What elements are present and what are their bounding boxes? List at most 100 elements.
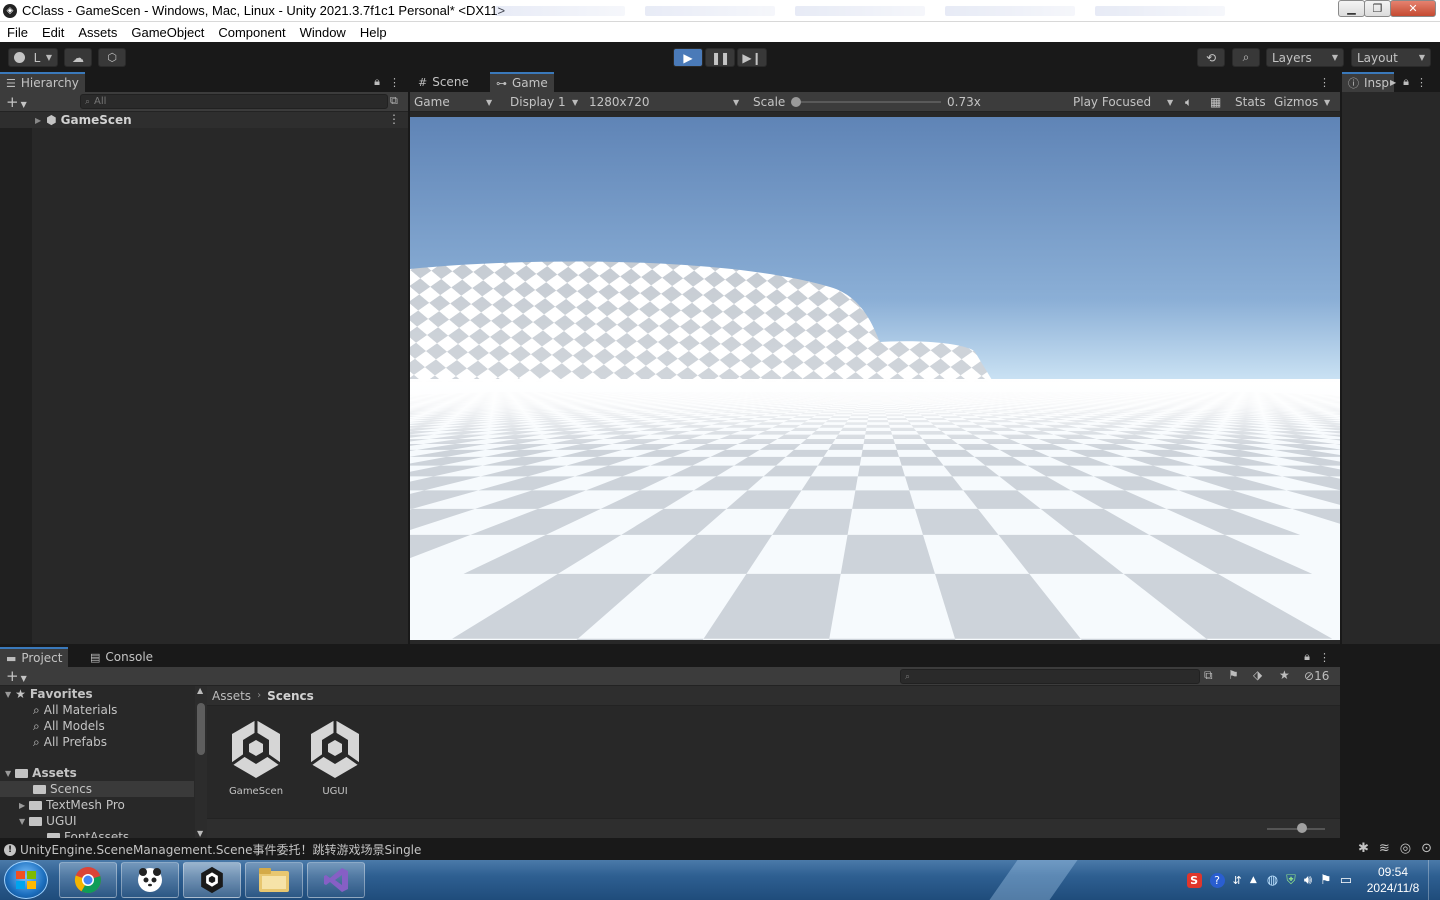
gizmos-dropdown[interactable]: Gizmos ▼ [1274,92,1334,112]
tab-inspector[interactable]: ⓘ Insp [1342,72,1394,92]
taskbar-unity[interactable] [183,862,241,898]
taskbar-panda-app[interactable] [121,862,179,898]
taskbar-visual-studio[interactable] [307,862,365,898]
hidden-packages-button[interactable]: ⊘16 [1304,669,1329,683]
cache-server-icon[interactable]: ≋ [1379,841,1390,856]
hierarchy-search-input[interactable]: ⌕ All [80,94,388,109]
minimize-button[interactable]: ▁ [1338,0,1365,17]
pause-button[interactable]: ❚❚ [705,48,735,67]
tree-folder-textmesh-pro[interactable]: ▶ TextMesh Pro [0,797,194,813]
close-button[interactable]: ✕ [1390,0,1436,17]
undo-history-button[interactable]: ⟲ [1197,48,1225,67]
sogou-input-icon[interactable]: S [1186,872,1202,888]
menu-assets[interactable]: Assets [71,25,124,40]
menu-edit[interactable]: Edit [35,25,71,40]
tree-assets[interactable]: ▼ Assets [0,765,194,781]
progress-check-icon[interactable]: ⊙ [1421,841,1432,856]
play-mode-dropdown[interactable]: Play Focused ▼ [1073,92,1177,112]
menu-window[interactable]: Window [293,25,353,40]
volume-icon[interactable]: 🔊︎ [1304,873,1312,888]
lock-icon[interactable]: 🔒︎ [374,75,380,89]
icon-size-slider-track[interactable] [1267,828,1325,830]
scene-visibility-icon[interactable]: ⧉ [390,94,398,108]
search-by-type-icon[interactable]: ⧉ [1204,668,1213,683]
menu-file[interactable]: File [0,25,35,40]
taskbar-chrome[interactable] [59,862,117,898]
show-desktop-button[interactable] [1428,860,1440,900]
stats-button[interactable]: Stats [1235,92,1266,112]
project-search-input[interactable]: ⌕ [900,669,1200,684]
add-object-button[interactable]: + ▼ [6,93,27,111]
game-mode-dropdown[interactable]: Game ▼ [414,92,498,112]
lock-icon[interactable]: 🔒︎ [1304,650,1310,664]
display-dropdown[interactable]: Display 1 ▼ [510,92,582,112]
tray-arrows-icon[interactable]: ⇵ [1233,874,1242,887]
more-menu-icon[interactable]: ⋮ [1416,76,1427,89]
tree-favorites[interactable]: ▼ ★ Favorites [0,686,194,702]
chevron-right-icon[interactable]: ▶ [1390,78,1396,87]
tab-project[interactable]: ▬ Project [0,647,69,667]
start-button[interactable] [4,861,48,899]
taskbar-file-explorer[interactable] [245,862,303,898]
layout-dropdown[interactable]: Layout ▼ [1351,48,1431,67]
help-icon[interactable]: ? [1209,872,1225,888]
inspector-tab-bar: ⓘ Insp ▶ 🔒︎ ⋮ [1342,72,1440,92]
auto-generate-lighting-icon[interactable]: ◎ [1400,841,1411,856]
filter-by-label-icon[interactable]: ⚑ [1228,668,1239,682]
game-viewport[interactable] [410,117,1340,640]
tree-folder-scencs[interactable]: Scencs [0,781,194,797]
tree-favorite-all-models[interactable]: ⌕ All Models [0,718,194,734]
tab-hierarchy[interactable]: ☰ Hierarchy [0,72,85,92]
tree-favorite-all-materials[interactable]: ⌕ All Materials [0,702,194,718]
tree-folder-fontassets[interactable]: FontAssets [0,829,194,838]
aspect-grid-button[interactable]: ▦ [1210,92,1221,112]
tree-favorite-all-prefabs[interactable]: ⌕ All Prefabs [0,734,194,750]
network-globe-icon[interactable]: ◍ [1267,873,1278,888]
scrollbar-thumb[interactable] [197,703,205,755]
play-button[interactable]: ▶ [673,48,703,67]
create-asset-button[interactable]: + ▼ [6,667,27,685]
layers-dropdown[interactable]: Layers ▼ [1266,48,1344,67]
restore-button[interactable]: ❐ [1364,0,1391,17]
scroll-up-icon[interactable]: ▲ [197,686,203,695]
tab-game[interactable]: ⊶ Game [490,72,554,92]
menu-component[interactable]: Component [211,25,292,40]
tab-console[interactable]: ▤ Console [84,647,159,667]
collab-button[interactable]: ⬡ [98,48,126,67]
tree-folder-ugui[interactable]: ▼ UGUI [0,813,194,829]
mute-audio-button[interactable]: 🔈︎ [1185,92,1192,112]
favorite-star-icon[interactable]: ★ [1279,668,1290,682]
resolution-dropdown[interactable]: 1280x720 ▼ [589,92,743,112]
security-shield-icon[interactable]: ⛨ [1286,873,1296,888]
tag-icon[interactable]: ⬗ [1253,668,1262,682]
menu-gameobject[interactable]: GameObject [124,25,211,40]
account-dropdown[interactable]: L ▼ [8,48,58,67]
cloud-button[interactable]: ☁ [64,48,92,67]
show-hidden-icons[interactable]: ▲ [1250,875,1257,885]
bug-icon[interactable]: ✱ [1358,841,1369,856]
tree-scrollbar[interactable]: ▲ ▼ [195,686,207,838]
icon-size-slider-knob[interactable] [1297,823,1307,833]
search-button[interactable]: ⌕ [1232,48,1260,67]
scroll-down-icon[interactable]: ▼ [197,829,203,838]
network-monitor-icon[interactable]: ▭ [1340,873,1352,888]
asset-ugui[interactable]: UGUI [300,718,370,797]
scale-slider-knob[interactable] [791,97,801,107]
scale-slider-track[interactable] [796,101,941,103]
asset-gamescen[interactable]: GameScen [221,718,291,797]
expand-arrow-icon[interactable]: ▶ [35,116,41,125]
system-clock[interactable]: 09:54 2024/11/8 [1358,864,1428,896]
status-message[interactable]: UnityEngine.SceneManagement.Scene事件委托！跳转… [20,841,421,858]
lock-icon[interactable]: 🔒︎ [1403,75,1409,89]
step-button[interactable]: ▶❙ [737,48,767,67]
more-menu-icon[interactable]: ⋮ [388,112,400,126]
more-menu-icon[interactable]: ⋮ [389,76,400,89]
breadcrumb-assets[interactable]: Assets [212,689,251,703]
breadcrumb-scencs[interactable]: Scencs [267,689,314,703]
action-center-flag-icon[interactable]: ⚑ [1320,873,1332,888]
hierarchy-item-gamescen[interactable]: ▶ ⬢ GameScen ⋮ [0,112,408,128]
menu-help[interactable]: Help [353,25,394,40]
tab-scene[interactable]: # Scene [412,72,475,92]
more-menu-icon[interactable]: ⋮ [1319,651,1330,664]
more-menu-icon[interactable]: ⋮ [1319,76,1330,89]
